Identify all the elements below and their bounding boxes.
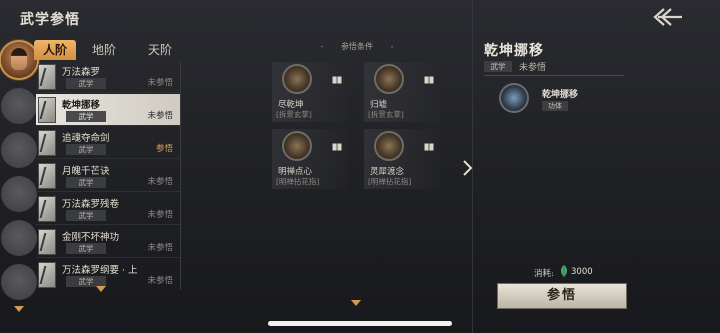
skill-status: 未参悟	[147, 78, 173, 88]
skill-status: 未参悟	[147, 210, 173, 220]
skill-row-selected[interactable]: 乾坤挪移 武学 未参悟	[36, 94, 180, 126]
detail-title: 乾坤挪移	[484, 43, 544, 59]
skill-row[interactable]: 万法森罗纲要 · 上 武学 未参悟	[36, 259, 180, 290]
skill-status: 未参悟	[147, 177, 173, 187]
detail-divider	[484, 75, 624, 76]
book-icon	[424, 76, 434, 84]
character-avatar-column	[0, 40, 37, 330]
skill-list-scroll-chevron-icon[interactable]	[96, 286, 106, 292]
skill-row[interactable]: 月魄千芒诀 武学 未参悟	[36, 160, 180, 192]
skill-list-scrollbar[interactable]	[180, 61, 181, 290]
avatar-slot[interactable]	[1, 132, 37, 168]
expand-arrow-icon[interactable]	[462, 160, 474, 176]
page-title: 武学参悟	[20, 12, 80, 28]
condition-skill-icon	[374, 64, 404, 94]
skill-name: 万法森罗残卷	[62, 199, 120, 210]
sub-skill-tag: 功体	[542, 101, 568, 111]
sub-skill-icon[interactable]	[499, 83, 529, 113]
skill-name: 万法森罗纲要 · 上	[62, 265, 138, 276]
scroll-icon	[38, 130, 56, 156]
skill-row[interactable]: 金刚不坏神功 武学 未参悟	[36, 226, 180, 258]
skill-tag: 武学	[66, 210, 106, 221]
cost-label: 消耗:	[534, 269, 554, 279]
sub-skill-name: 乾坤挪移	[542, 90, 579, 100]
book-icon	[424, 143, 434, 151]
book-icon	[332, 76, 342, 84]
avatar-slot[interactable]	[1, 88, 37, 124]
skill-row[interactable]: 万法森罗残卷 武学 未参悟	[36, 193, 180, 225]
scroll-icon	[38, 97, 56, 123]
tab-di-jie[interactable]: 地阶	[84, 40, 124, 60]
tab-tian-jie[interactable]: 天阶	[140, 40, 180, 60]
skill-row[interactable]: 万法森罗 武学 未参悟	[36, 61, 180, 93]
skill-name: 月魄千芒诀	[62, 166, 110, 177]
skill-tag: 武学	[66, 243, 106, 254]
scroll-icon	[38, 229, 56, 255]
comprehend-button[interactable]: 参悟	[497, 283, 627, 309]
condition-source: [拆景玄掌]	[368, 110, 404, 119]
skill-row[interactable]: 追魂夺命剑 武学 参悟	[36, 127, 180, 159]
avatar-scroll-chevron-icon[interactable]	[14, 306, 24, 312]
condition-skill-icon	[374, 131, 404, 161]
condition-source: [明禅拈花指]	[368, 177, 412, 186]
skill-status: 未参悟	[147, 111, 173, 121]
avatar-slot[interactable]	[1, 176, 37, 212]
condition-card[interactable]: 归墟 [拆景玄掌]	[364, 62, 440, 122]
scroll-icon	[38, 196, 56, 222]
detail-status: 未参悟	[519, 63, 547, 73]
avatar-slot[interactable]	[1, 220, 37, 256]
leaf-icon	[561, 265, 567, 277]
back-button[interactable]	[650, 6, 684, 28]
condition-card[interactable]: 尽乾坤 [拆景玄掌]	[272, 62, 348, 122]
skill-name: 万法森罗	[62, 67, 101, 78]
skill-status: 未参悟	[147, 276, 173, 286]
skill-tag: 武学	[66, 177, 106, 188]
book-icon	[332, 143, 342, 151]
skill-name: 追魂夺命剑	[62, 133, 110, 144]
condition-skill-icon	[282, 64, 312, 94]
skill-status: 参悟	[155, 144, 173, 154]
scroll-icon	[38, 163, 56, 189]
home-indicator[interactable]	[268, 321, 452, 326]
cost-value: 3000	[571, 267, 593, 277]
condition-card[interactable]: 灵犀渡念 [明禅拈花指]	[364, 129, 440, 189]
skill-tag: 武学	[66, 78, 106, 89]
skill-name: 金刚不坏神功	[62, 232, 120, 243]
skill-list: 万法森罗 武学 未参悟 乾坤挪移 武学 未参悟 追魂夺命剑 武学 参悟 月魄千芒…	[36, 61, 180, 290]
scroll-icon	[38, 64, 56, 90]
skill-name: 乾坤挪移	[62, 100, 101, 111]
skill-tag: 武学	[66, 144, 106, 155]
conditions-title: 参悟条件	[318, 40, 396, 54]
avatar-active[interactable]	[1, 42, 37, 78]
conditions-scroll-chevron-icon[interactable]	[351, 300, 361, 306]
tab-ren-jie[interactable]: 人阶	[34, 40, 76, 60]
skill-status: 未参悟	[147, 243, 173, 253]
avatar-slot[interactable]	[1, 264, 37, 300]
back-arrow-icon	[653, 8, 682, 26]
condition-source: [明禅拈花指]	[276, 177, 320, 186]
detail-tag: 武学	[484, 61, 512, 72]
condition-skill-icon	[282, 131, 312, 161]
scroll-icon	[38, 262, 56, 288]
condition-source: [拆景玄掌]	[276, 110, 312, 119]
skill-tag: 武学	[66, 111, 106, 122]
condition-card[interactable]: 明禅点心 [明禅拈花指]	[272, 129, 348, 189]
